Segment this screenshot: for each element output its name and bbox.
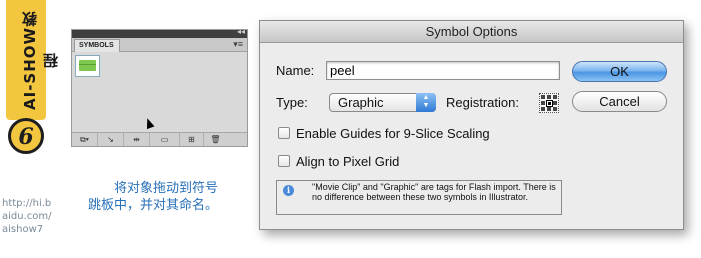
name-label: Name: [276, 63, 315, 78]
cancel-button[interactable]: Cancel [572, 91, 667, 112]
step-badge: 6 [8, 118, 44, 154]
panel-titlebar: ◂◂ [72, 27, 247, 38]
caption-line: 将对象拖动到符号 [114, 181, 219, 196]
caption-line: 跳板中，并对其命名。 [88, 198, 219, 213]
pixel-grid-checkbox[interactable] [278, 155, 290, 167]
type-select-value: Graphic [338, 95, 384, 110]
guides-checkbox[interactable] [278, 127, 290, 139]
panel-toolbar: ⧉▾ ↘ ⇹ ▭ ⊞ 🗑 [72, 132, 247, 146]
url-line: aidu.com/ [2, 211, 52, 222]
mouse-cursor-icon [143, 116, 155, 130]
tutorial-banner: AI-SHOW教程 6 [0, 0, 60, 170]
symbols-list[interactable] [72, 52, 247, 132]
url-line: http://hi.b [2, 198, 52, 209]
info-icon: i [283, 185, 294, 196]
info-box: i "Movie Clip" and "Graphic" are tags fo… [276, 180, 562, 215]
symbols-panel: ◂◂ SYMBOLS ▾≡ ⧉▾ ↘ ⇹ ▭ ⊞ 🗑 [71, 27, 248, 147]
source-url: http://hi.b aidu.com/ aishow7 [2, 197, 58, 236]
registration-label: Registration: [446, 95, 519, 110]
registration-point[interactable] [552, 106, 558, 112]
symbol-libraries-icon[interactable]: ⧉▾ [72, 133, 98, 146]
symbol-thumbnail[interactable] [75, 55, 100, 77]
dialog-title: Symbol Options [260, 21, 683, 43]
registration-grid[interactable] [539, 93, 559, 113]
delete-symbol-icon[interactable]: 🗑 [204, 133, 227, 146]
place-instance-icon[interactable]: ↘ [98, 133, 124, 146]
type-label: Type: [276, 95, 308, 110]
collapse-icon[interactable]: ◂◂ [237, 27, 245, 36]
new-symbol-icon[interactable]: ⊞ [180, 133, 204, 146]
ok-button[interactable]: OK [572, 61, 667, 82]
select-arrows-icon: ▲ ▼ [416, 93, 436, 112]
type-select[interactable]: Graphic ▲ ▼ [329, 93, 436, 112]
tutorial-screenshot: AI-SHOW教程 6 http://hi.b aidu.com/ aishow… [0, 0, 701, 258]
panel-menu-icon[interactable]: ▾≡ [233, 39, 243, 50]
tab-symbols[interactable]: SYMBOLS [74, 39, 120, 52]
peel-symbol-preview [79, 60, 96, 71]
symbol-options-icon[interactable]: ▭ [150, 133, 180, 146]
step-caption: 将对象拖动到符号 跳板中，并对其命名。 [88, 180, 248, 214]
banner-title: AI-SHOW教程 [21, 10, 60, 110]
guides-label: Enable Guides for 9-Slice Scaling [296, 126, 490, 141]
break-link-icon[interactable]: ⇹ [124, 133, 150, 146]
pixel-grid-label: Align to Pixel Grid [296, 154, 400, 169]
name-input[interactable] [326, 61, 560, 80]
panel-tab-row: SYMBOLS ▾≡ [72, 38, 247, 52]
symbol-options-dialog: Symbol Options Name: Type: Graphic ▲▼ Re… [259, 20, 684, 230]
info-text: "Movie Clip" and "Graphic" are tags for … [312, 182, 556, 202]
step-number: 6 [18, 124, 34, 150]
banner-strip: AI-SHOW教程 [6, 0, 60, 120]
url-line: aishow7 [2, 224, 44, 235]
